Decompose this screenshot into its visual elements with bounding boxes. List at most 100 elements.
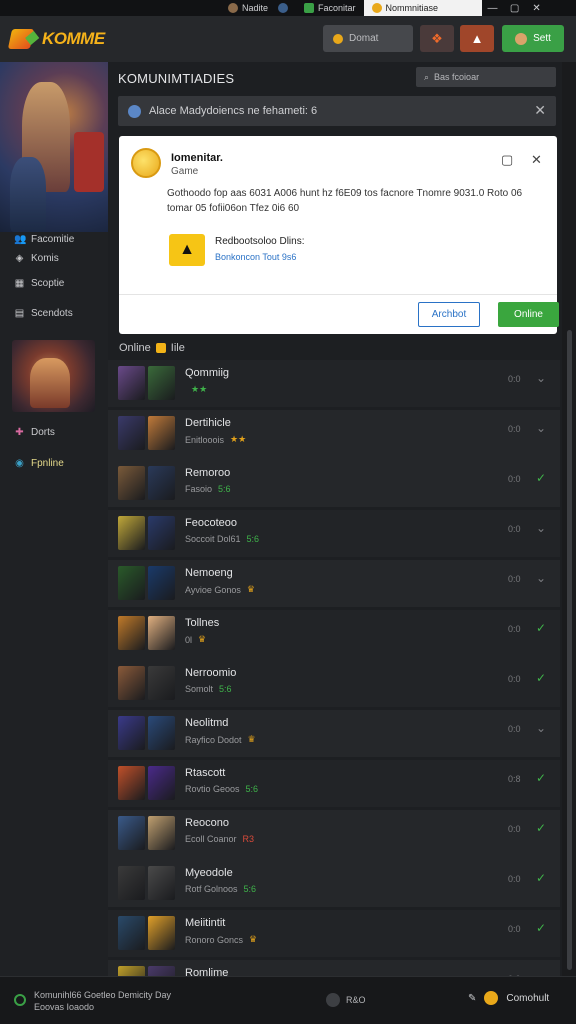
close-icon[interactable]: ✕	[534, 102, 546, 119]
friend-game-art[interactable]	[148, 866, 175, 900]
friend-avatar[interactable]	[118, 416, 145, 450]
featured-hero-art[interactable]	[0, 62, 108, 232]
friend-name[interactable]: Reocono	[185, 817, 229, 829]
friend-meta: Rovtio Geoos 5:6	[185, 784, 258, 794]
community-dialog: Iomenitar. Game ▢ ✕ Gothoodo fop aas 603…	[119, 136, 559, 334]
friend-game-art[interactable]	[148, 716, 175, 750]
status-right[interactable]: ✎ Comohult	[468, 991, 549, 1005]
status-community[interactable]: Komunihl66 Goetleo Demicity Day Eoovas I…	[14, 989, 171, 1013]
friend-row[interactable]: Myeodole Rotf Golnoos 5:6 0:0 ✓	[108, 860, 560, 906]
check-icon[interactable]: ✓	[536, 771, 546, 785]
friend-avatar[interactable]	[118, 366, 145, 400]
page-title: KOMUNIMTIADIES	[118, 71, 235, 86]
chevron-down-icon[interactable]: ⌄	[536, 571, 546, 585]
friend-row[interactable]: Dertihicle Enitlooois ★★ 0:0 ⌄	[108, 410, 560, 456]
friend-avatar[interactable]	[118, 466, 145, 500]
friend-avatar[interactable]	[118, 916, 145, 950]
tab-label: Faconitar	[318, 3, 356, 13]
sort-dropdown[interactable]: ⌕ Bas fcoioar	[416, 67, 556, 87]
friend-game-art[interactable]	[148, 466, 175, 500]
check-icon[interactable]: ✓	[536, 821, 546, 835]
friend-game-art[interactable]	[148, 916, 175, 950]
friend-game-art[interactable]	[148, 366, 175, 400]
friend-row[interactable]: Feocoteoo Soccoit Dol61 5:6 0:0 ⌄	[108, 510, 560, 556]
friend-avatar[interactable]	[118, 666, 145, 700]
sidebar-item-fpnline[interactable]: ◉ Fpnline	[14, 458, 64, 469]
sidebar-item-dorts[interactable]: ✚ Dorts	[14, 427, 55, 438]
friend-name[interactable]: Remoroo	[185, 467, 230, 479]
friend-row[interactable]: Tollnes 0l ♛ 0:0 ✓	[108, 610, 560, 656]
logo[interactable]: KOMME	[7, 29, 105, 49]
friend-avatar[interactable]	[118, 616, 145, 650]
friend-meta: Somolt 5:6	[185, 684, 232, 694]
friend-game-art[interactable]	[148, 616, 175, 650]
tab-nommnitiase[interactable]: Nommnitiase	[363, 0, 482, 16]
app-icon[interactable]: ▲	[169, 234, 205, 266]
friend-row[interactable]: Nemoeng Ayvioe Gonos ♛ 0:0 ⌄	[108, 560, 560, 606]
online-button[interactable]: Online	[498, 302, 559, 327]
friend-status-text: Rotf Golnoos	[185, 884, 238, 894]
friend-avatar[interactable]	[118, 716, 145, 750]
archive-button[interactable]: Archbot	[418, 302, 480, 327]
friend-game-art[interactable]	[148, 416, 175, 450]
friend-row[interactable]: Rtascott Rovtio Geoos 5:6 0:8 ✓	[108, 760, 560, 806]
sidebar-item-scendots[interactable]: ▤ Scendots	[14, 308, 73, 319]
friend-row[interactable]: Qommiig ★★ 0:0 ⌄	[108, 360, 560, 406]
expand-icon[interactable]: ▢	[501, 152, 513, 168]
friend-name[interactable]: Rtascott	[185, 767, 225, 779]
scrollbar-thumb[interactable]	[567, 330, 572, 970]
notifications-button[interactable]: ❖	[420, 25, 454, 52]
check-icon[interactable]: ✓	[536, 871, 546, 885]
tab-nadite[interactable]: Nadite	[220, 0, 296, 16]
friend-avatar[interactable]	[118, 566, 145, 600]
chevron-down-icon[interactable]: ⌄	[536, 371, 546, 385]
friend-game-art[interactable]	[148, 516, 175, 550]
friend-name[interactable]: Neolitmd	[185, 717, 228, 729]
friend-avatar[interactable]	[118, 866, 145, 900]
close-icon[interactable]: ✕	[531, 152, 542, 168]
friend-name[interactable]: Dertihicle	[185, 417, 231, 429]
sidebar-item-scoptie[interactable]: ▦ Scoptie	[14, 278, 65, 289]
domain-search[interactable]: Domat	[323, 25, 413, 52]
friend-game-art[interactable]	[148, 666, 175, 700]
friend-row[interactable]: Reocono Ecoll Coanor R3 0:0 ✓	[108, 810, 560, 856]
check-icon[interactable]: ✓	[536, 471, 546, 485]
friend-name[interactable]: Myeodole	[185, 867, 233, 879]
friend-game-art[interactable]	[148, 566, 175, 600]
friend-row[interactable]: Meiitintit Ronoro Goncs ♛ 0:0 ✓	[108, 910, 560, 956]
friend-game-art[interactable]	[148, 766, 175, 800]
tab-faconitar[interactable]: Faconitar	[296, 0, 364, 16]
friend-row[interactable]: Neolitmd Rayfico Dodot ♛ 0:0 ⌄	[108, 710, 560, 756]
friend-row[interactable]: Remoroo Fasoio 5:6 0:0 ✓	[108, 460, 560, 506]
friend-name[interactable]: Qommiig	[185, 367, 229, 379]
check-icon[interactable]: ✓	[536, 921, 546, 935]
status-mid[interactable]: R&O	[326, 993, 366, 1007]
friend-avatar[interactable]	[118, 766, 145, 800]
alerts-button[interactable]: ▲	[460, 25, 494, 52]
app-link[interactable]: Bonkoncon Tout 9s6	[215, 252, 296, 262]
friend-avatar[interactable]	[118, 516, 145, 550]
sidebar-item-label: Scendots	[31, 308, 73, 319]
check-icon[interactable]: ✓	[536, 621, 546, 635]
friend-avatar[interactable]	[118, 816, 145, 850]
chevron-down-icon[interactable]: ⌄	[536, 521, 546, 535]
dialog-body: Gothoodo fop aas 6031 A006 hunt hz f6E09…	[167, 188, 523, 214]
friend-name[interactable]: Nerroomio	[185, 667, 236, 679]
sidebar-item-komis[interactable]: ◈ Komis	[14, 253, 59, 264]
maximize-button[interactable]: ▢	[504, 3, 526, 14]
sidebar-item-facomitie[interactable]: 👥 Facomitie	[14, 234, 74, 245]
friend-game-art[interactable]	[148, 816, 175, 850]
friend-name[interactable]: Meiitintit	[185, 917, 225, 929]
close-button[interactable]: ✕	[526, 3, 548, 14]
friend-name[interactable]: Tollnes	[185, 617, 219, 629]
sidebar-promo-art[interactable]	[12, 340, 95, 412]
minimize-button[interactable]: —	[482, 3, 504, 14]
check-icon[interactable]: ✓	[536, 671, 546, 685]
chevron-down-icon[interactable]: ⌄	[536, 721, 546, 735]
friend-name[interactable]: Feocoteoo	[185, 517, 237, 529]
friend-name[interactable]: Nemoeng	[185, 567, 233, 579]
hero-companion	[10, 157, 46, 232]
settings-button[interactable]: Sett	[502, 25, 564, 52]
friend-row[interactable]: Nerroomio Somolt 5:6 0:0 ✓	[108, 660, 560, 706]
chevron-down-icon[interactable]: ⌄	[536, 421, 546, 435]
